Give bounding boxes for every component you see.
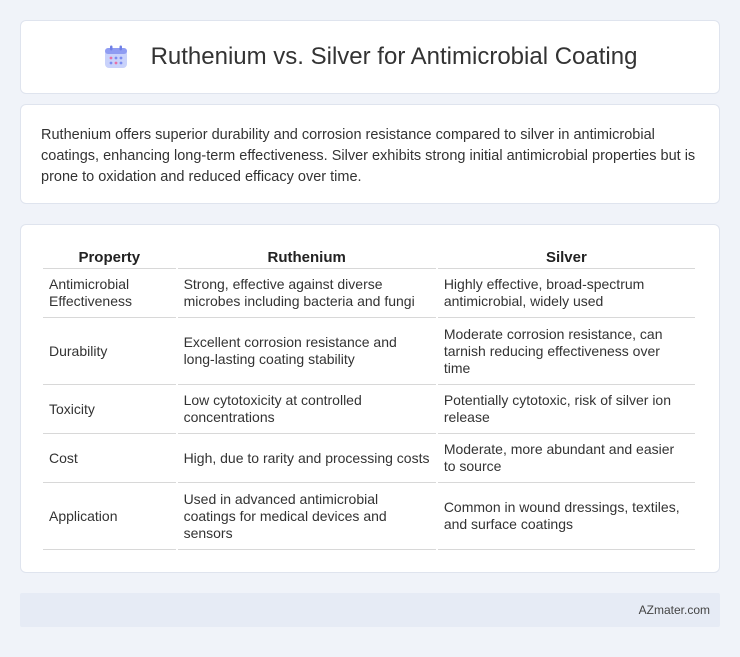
- ruthenium-cell: Used in advanced antimicrobial coatings …: [177, 483, 436, 550]
- column-header-ruthenium: Ruthenium: [177, 245, 436, 269]
- property-cell: Toxicity: [43, 385, 176, 434]
- ruthenium-cell: Strong, effective against diverse microb…: [177, 269, 436, 318]
- property-cell: Durability: [43, 318, 176, 385]
- page-title: Ruthenium vs. Silver for Antimicrobial C…: [150, 43, 638, 70]
- silver-cell: Potentially cytotoxic, risk of silver io…: [437, 385, 695, 434]
- footer: AZmater.com: [20, 593, 720, 627]
- silver-cell: Highly effective, broad-spectrum antimic…: [437, 269, 695, 318]
- property-cell: Antimicrobial Effectiveness: [43, 269, 176, 318]
- ruthenium-cell: Excellent corrosion resistance and long-…: [177, 318, 436, 385]
- table-row: Toxicity Low cytotoxicity at controlled …: [43, 385, 695, 434]
- calendar-icon: [103, 44, 129, 70]
- property-cell: Application: [43, 483, 176, 550]
- column-header-silver: Silver: [437, 245, 695, 269]
- title-card: Ruthenium vs. Silver for Antimicrobial C…: [20, 20, 720, 94]
- table-header-row: Property Ruthenium Silver: [43, 245, 695, 269]
- intro-card: Ruthenium offers superior durability and…: [20, 104, 720, 204]
- comparison-table: Property Ruthenium Silver Antimicrobial …: [41, 245, 697, 550]
- comparison-card: Property Ruthenium Silver Antimicrobial …: [20, 224, 720, 573]
- column-header-property: Property: [43, 245, 176, 269]
- silver-cell: Common in wound dressings, textiles, and…: [437, 483, 695, 550]
- silver-cell: Moderate, more abundant and easier to so…: [437, 434, 695, 483]
- intro-paragraph: Ruthenium offers superior durability and…: [41, 127, 696, 185]
- footer-brand[interactable]: AZmater.com: [639, 603, 710, 617]
- table-row: Durability Excellent corrosion resistanc…: [43, 318, 695, 385]
- property-cell: Cost: [43, 434, 176, 483]
- table-row: Cost High, due to rarity and processing …: [43, 434, 695, 483]
- silver-cell: Moderate corrosion resistance, can tarni…: [437, 318, 695, 385]
- ruthenium-cell: High, due to rarity and processing costs: [177, 434, 436, 483]
- table-row: Antimicrobial Effectiveness Strong, effe…: [43, 269, 695, 318]
- ruthenium-cell: Low cytotoxicity at controlled concentra…: [177, 385, 436, 434]
- table-row: Application Used in advanced antimicrobi…: [43, 483, 695, 550]
